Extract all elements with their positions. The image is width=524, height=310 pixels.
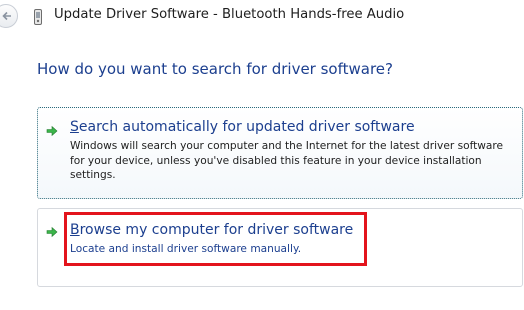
page-heading: How do you want to search for driver sof… [37, 60, 393, 78]
browse-computer-option[interactable]: Browse my computer for driver software L… [37, 208, 523, 287]
search-title-rest: earch automatically for updated driver s… [78, 119, 415, 135]
search-automatically-option[interactable]: Search automatically for updated driver … [37, 107, 523, 199]
browse-accelerator: B [70, 222, 80, 238]
search-automatically-description: Windows will search your computer and th… [70, 140, 504, 181]
back-button[interactable] [0, 4, 18, 28]
browse-computer-title[interactable]: Browse my computer for driver software [70, 222, 353, 238]
device-icon [34, 9, 42, 25]
green-arrow-icon [46, 125, 58, 137]
green-arrow-icon [46, 226, 58, 238]
search-accelerator: S [70, 119, 79, 135]
title-bar: Update Driver Software - Bluetooth Hands… [0, 0, 524, 34]
update-driver-window: Update Driver Software - Bluetooth Hands… [0, 0, 524, 310]
window-title: Update Driver Software - Bluetooth Hands… [54, 7, 405, 22]
browse-computer-description: Locate and install driver software manua… [70, 243, 302, 255]
search-automatically-title[interactable]: Search automatically for updated driver … [70, 119, 415, 135]
browse-title-rest: rowse my computer for driver software [79, 222, 354, 238]
back-arrow-icon [2, 11, 11, 21]
